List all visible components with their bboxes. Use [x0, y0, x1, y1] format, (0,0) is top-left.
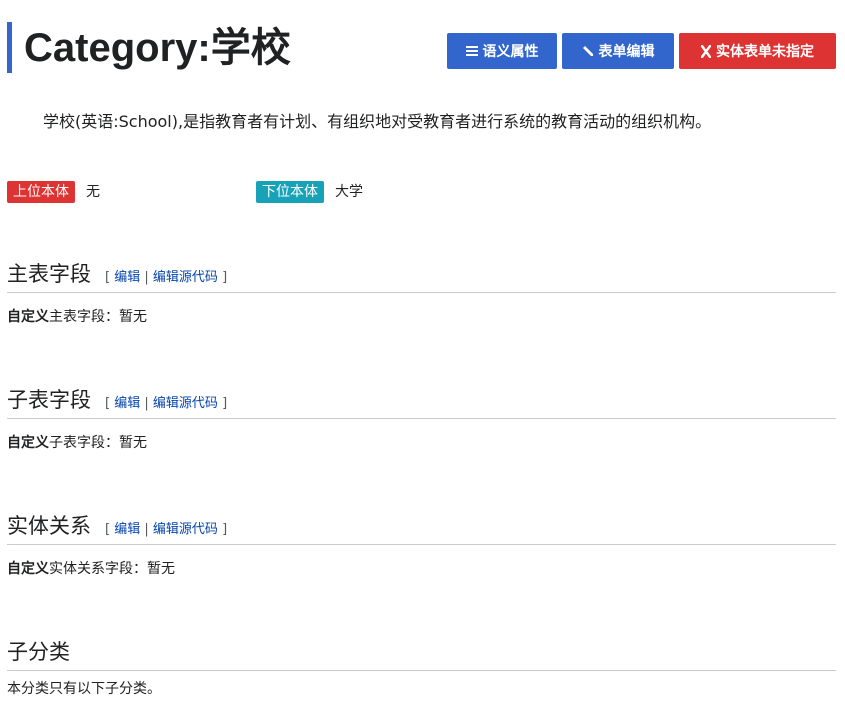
edit-source-link[interactable]: 编辑源代码	[153, 396, 218, 411]
edit-link[interactable]: 编辑	[114, 270, 140, 285]
parent-ontology-value: 无	[86, 184, 100, 200]
semantic-properties-label: 语义属性	[482, 44, 539, 60]
section-heading: 实体关系 [ 编辑 | 编辑源代码 ]	[7, 511, 836, 545]
section-heading: 子表字段 [ 编辑 | 编辑源代码 ]	[7, 385, 836, 419]
no-form-specified-button[interactable]: 实体表单未指定	[679, 33, 836, 69]
custom-label: 自定义	[7, 309, 49, 325]
section-heading: 主表字段 [ 编辑 | 编辑源代码 ]	[7, 259, 836, 293]
bracket-close: ]	[222, 270, 228, 285]
bracket-close: ]	[222, 396, 228, 411]
edit-section-links: [ 编辑 | 编辑源代码 ]	[105, 518, 227, 537]
section-title: 子表字段	[7, 388, 91, 412]
edit-section-links: [ 编辑 | 编辑源代码 ]	[105, 266, 227, 285]
section-body: 自定义实体关系字段：暂无	[7, 559, 836, 579]
page-title: Category:学校	[24, 26, 291, 70]
section-sub-table-fields: 子表字段 [ 编辑 | 编辑源代码 ] 自定义子表字段：暂无	[7, 385, 836, 453]
parent-ontology-badge: 上位本体	[7, 181, 75, 203]
edit-source-link[interactable]: 编辑源代码	[153, 522, 218, 537]
edit-link[interactable]: 编辑	[114, 396, 140, 411]
section-body-text: 子表字段：暂无	[49, 435, 147, 451]
section-title: 实体关系	[7, 514, 91, 538]
section-main-table-fields: 主表字段 [ 编辑 | 编辑源代码 ] 自定义主表字段：暂无	[7, 259, 836, 327]
section-body: 自定义主表字段：暂无	[7, 307, 836, 327]
section-body: 自定义子表字段：暂无	[7, 433, 836, 453]
link-separator: |	[144, 270, 149, 285]
category-description: 学校(英语:School),是指教育者有计划、有组织地对受教育者进行系统的教育活…	[43, 112, 712, 131]
link-separator: |	[144, 396, 149, 411]
no-form-specified-label: 实体表单未指定	[716, 44, 814, 60]
custom-label: 自定义	[7, 561, 49, 577]
edit-link[interactable]: 编辑	[114, 522, 140, 537]
section-entity-relations: 实体关系 [ 编辑 | 编辑源代码 ] 自定义实体关系字段：暂无	[7, 511, 836, 579]
semantic-properties-button[interactable]: 语义属性	[447, 33, 557, 69]
x-icon	[701, 44, 711, 58]
pencil-icon	[582, 45, 594, 57]
section-heading: 子分类	[7, 637, 836, 671]
title-accent-bar	[7, 22, 12, 73]
list-icon	[465, 45, 478, 57]
section-body-text: 实体关系字段：暂无	[49, 561, 175, 577]
section-body: 本分类只有以下子分类。	[7, 679, 836, 699]
edit-source-link[interactable]: 编辑源代码	[153, 270, 218, 285]
bracket-open: [	[105, 270, 111, 285]
form-edit-button[interactable]: 表单编辑	[562, 33, 674, 69]
section-title: 子分类	[7, 640, 70, 664]
section-subcategories: 子分类 本分类只有以下子分类。	[7, 637, 836, 699]
custom-label: 自定义	[7, 435, 49, 451]
section-title: 主表字段	[7, 262, 91, 286]
section-body-text: 本分类只有以下子分类。	[7, 681, 161, 697]
edit-section-links: [ 编辑 | 编辑源代码 ]	[105, 392, 227, 411]
child-ontology-value[interactable]: 大学	[335, 181, 363, 203]
link-separator: |	[144, 522, 149, 537]
child-ontology-badge: 下位本体	[256, 181, 324, 203]
bracket-open: [	[105, 522, 111, 537]
bracket-open: [	[105, 396, 111, 411]
section-body-text: 主表字段：暂无	[49, 309, 147, 325]
form-edit-label: 表单编辑	[598, 44, 655, 60]
bracket-close: ]	[222, 522, 228, 537]
